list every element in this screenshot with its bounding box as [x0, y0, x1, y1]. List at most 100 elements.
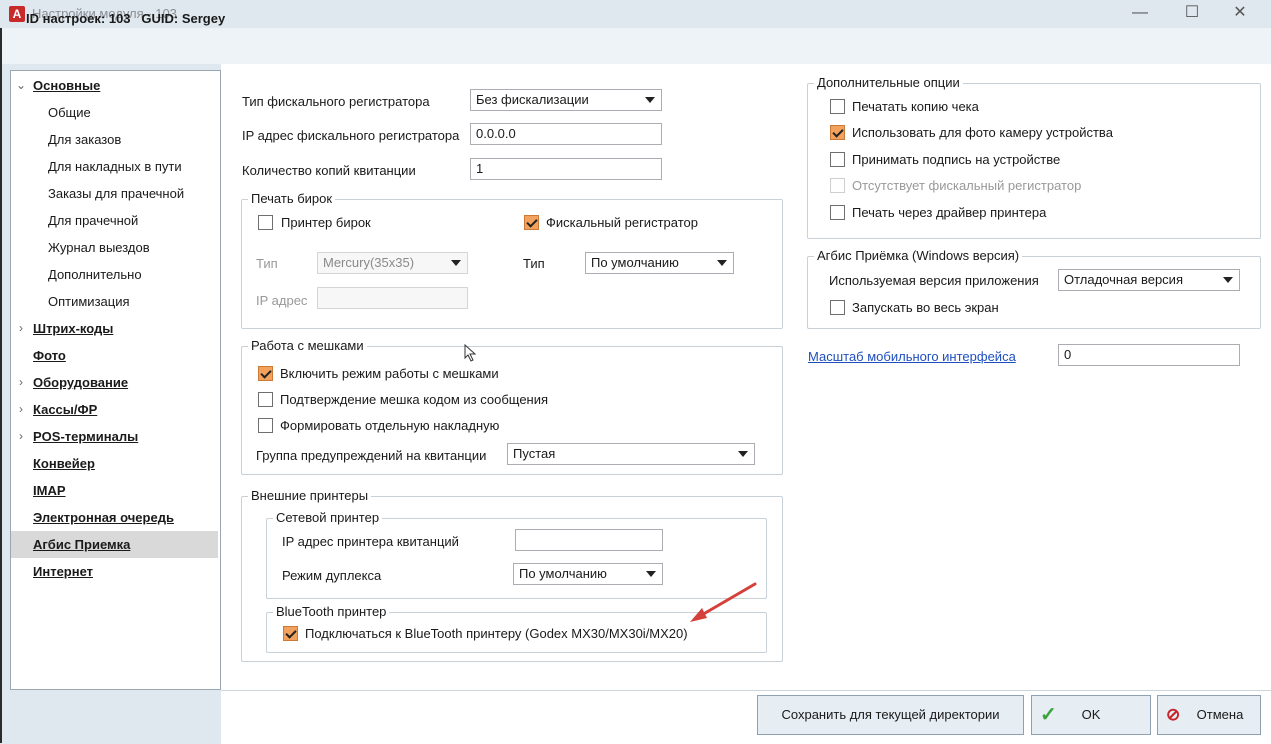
- warning-group-label: Группа предупреждений на квитанции: [256, 448, 487, 463]
- nav-item-equipment[interactable]: › Оборудование: [11, 369, 218, 396]
- no-fiscal-registrar-label: Отсутствует фискальный регистратор: [852, 178, 1082, 193]
- settings-header: [1, 28, 1271, 64]
- fiscal-registrar-label: Фискальный регистратор: [546, 215, 698, 230]
- tag-type-value: Mercury(35x35): [323, 255, 415, 270]
- nav-item-imap[interactable]: IMAP: [11, 477, 218, 504]
- tag-printer-checkbox[interactable]: [258, 215, 273, 230]
- cancel-label: Отмена: [1196, 707, 1244, 722]
- tag-type-select[interactable]: Mercury(35x35): [317, 252, 468, 274]
- nav-item-general[interactable]: Общие: [48, 99, 91, 126]
- network-printer-title: Сетевой принтер: [273, 510, 383, 526]
- nav-label: Интернет: [33, 564, 94, 579]
- fullscreen-checkbox[interactable]: [830, 300, 845, 315]
- warning-group-select[interactable]: Пустая: [507, 443, 755, 465]
- duplex-mode-label: Режим дуплекса: [282, 568, 382, 583]
- accept-signature-checkbox[interactable]: [830, 152, 845, 167]
- duplex-mode-select[interactable]: По умолчанию: [513, 563, 663, 585]
- tag-type-label: Тип: [256, 256, 278, 271]
- dropdown-arrow-icon: [717, 260, 727, 266]
- save-for-directory-button[interactable]: Сохранить для текущей директории: [757, 695, 1024, 735]
- fiscal-type-value: Без фискализации: [476, 92, 589, 107]
- duplex-mode-value: По умолчанию: [519, 566, 607, 581]
- mouse-cursor-icon: [464, 344, 477, 362]
- chevron-right-icon[interactable]: ›: [15, 396, 27, 423]
- use-device-camera-checkbox[interactable]: [830, 125, 845, 140]
- warning-group-value: Пустая: [513, 446, 556, 461]
- fiscal-ip-input[interactable]: 0.0.0.0: [470, 123, 662, 145]
- app-logo-icon: A: [9, 6, 25, 22]
- separate-waybill-checkbox[interactable]: [258, 418, 273, 433]
- minimize-button[interactable]: —: [1117, 0, 1163, 28]
- dropdown-arrow-icon: [451, 260, 461, 266]
- nav-item-cash-registers[interactable]: › Кассы/ФР: [11, 396, 218, 423]
- use-device-camera-label: Использовать для фото камеру устройства: [852, 125, 1113, 140]
- nav-item-trips-log[interactable]: Журнал выездов: [48, 234, 150, 261]
- nav-label: Конвейер: [33, 456, 95, 471]
- settings-nav-tree: ⌄ Основные Общие Для заказов Для накладны…: [10, 70, 221, 690]
- nav-item-photo[interactable]: Фото: [11, 342, 218, 369]
- receipt-printer-ip-input[interactable]: [515, 529, 663, 551]
- chevron-down-icon[interactable]: ⌄: [15, 72, 27, 99]
- dropdown-arrow-icon: [1223, 277, 1233, 283]
- nav-item-optimization[interactable]: Оптимизация: [48, 288, 130, 315]
- nav-item-agbis-priemka[interactable]: Агбис Приемка: [11, 531, 218, 558]
- nav-item-conveyor[interactable]: Конвейер: [11, 450, 218, 477]
- extra-options-title: Дополнительные опции: [814, 75, 963, 91]
- tag-ip-label: IP адрес: [256, 293, 308, 308]
- annotation-arrow-icon: [690, 582, 757, 622]
- print-receipt-copy-label: Печатать копию чека: [852, 99, 979, 114]
- bluetooth-connect-label: Подключаться к BlueTooth принтеру (Godex…: [305, 626, 688, 641]
- chevron-right-icon[interactable]: ›: [15, 423, 27, 450]
- nav-label: IMAP: [33, 483, 66, 498]
- nav-item-laundry-orders[interactable]: Заказы для прачечной: [48, 180, 184, 207]
- nav-label: Штрих-коды: [33, 321, 114, 336]
- mobile-scale-input[interactable]: 0: [1058, 344, 1240, 366]
- bluetooth-connect-checkbox[interactable]: [283, 626, 298, 641]
- separate-waybill-label: Формировать отдельную накладную: [280, 418, 500, 433]
- nav-item-e-queue[interactable]: Электронная очередь: [11, 504, 218, 531]
- nav-item-barcodes[interactable]: › Штрих-коды: [11, 315, 218, 342]
- tag-printer-label: Принтер бирок: [281, 215, 371, 230]
- enable-bags-label: Включить режим работы с мешками: [280, 366, 499, 381]
- confirm-bag-checkbox[interactable]: [258, 392, 273, 407]
- print-via-driver-checkbox[interactable]: [830, 205, 845, 220]
- fullscreen-label: Запускать во весь экран: [852, 300, 999, 315]
- print-receipt-copy-checkbox[interactable]: [830, 99, 845, 114]
- confirm-bag-label: Подтверждение мешка кодом из сообщения: [280, 392, 549, 407]
- app-version-select[interactable]: Отладочная версия: [1058, 269, 1240, 291]
- nav-item-additional[interactable]: Дополнительно: [48, 261, 142, 288]
- enable-bags-checkbox[interactable]: [258, 366, 273, 381]
- nav-item-laundry[interactable]: Для прачечной: [48, 207, 138, 234]
- nav-label: Кассы/ФР: [33, 402, 98, 417]
- receipt-copies-input[interactable]: 1: [470, 158, 662, 180]
- nav-label: Основные: [33, 78, 101, 93]
- save-for-directory-label: Сохранить для текущей директории: [781, 707, 1000, 722]
- dropdown-arrow-icon: [645, 97, 655, 103]
- fiscal-type-select[interactable]: Без фискализации: [470, 89, 662, 111]
- nav-item-osnovnye[interactable]: ⌄ Основные: [11, 72, 218, 99]
- nav-item-pos-terminals[interactable]: › POS-терминалы: [11, 423, 218, 450]
- cancel-button[interactable]: ⊘ Отмена: [1157, 695, 1261, 735]
- tag-ip-input[interactable]: [317, 287, 468, 309]
- no-fiscal-registrar-checkbox[interactable]: [830, 178, 845, 193]
- ok-label: OK: [1081, 707, 1101, 722]
- chevron-right-icon[interactable]: ›: [15, 369, 27, 396]
- nav-item-internet[interactable]: Интернет: [11, 558, 218, 585]
- mobile-scale-link[interactable]: Масштаб мобильного интерфейса: [808, 349, 1016, 364]
- close-button[interactable]: ✕: [1217, 0, 1263, 28]
- chevron-right-icon[interactable]: ›: [15, 315, 27, 342]
- ok-button[interactable]: ✓ OK: [1031, 695, 1151, 735]
- nav-label: Электронная очередь: [33, 510, 174, 525]
- cancel-icon: ⊘: [1166, 705, 1181, 724]
- nav-item-orders[interactable]: Для заказов: [48, 126, 121, 153]
- nav-label: Фото: [33, 348, 66, 363]
- nav-item-waybills[interactable]: Для накладных в пути: [48, 153, 182, 180]
- settings-id-guid: ID настроек: 103 GUID: Sergey: [26, 11, 226, 26]
- dropdown-arrow-icon: [646, 571, 656, 577]
- fiscal-registrar-checkbox[interactable]: [524, 215, 539, 230]
- fiscal-tag-type-select[interactable]: По умолчанию: [585, 252, 734, 274]
- maximize-button[interactable]: ☐: [1169, 0, 1215, 28]
- agbis-windows-group: Агбис Приёмка (Windows версия): [807, 248, 1261, 329]
- receipt-copies-label: Количество копий квитанции: [242, 163, 416, 178]
- nav-label: Оборудование: [33, 375, 129, 390]
